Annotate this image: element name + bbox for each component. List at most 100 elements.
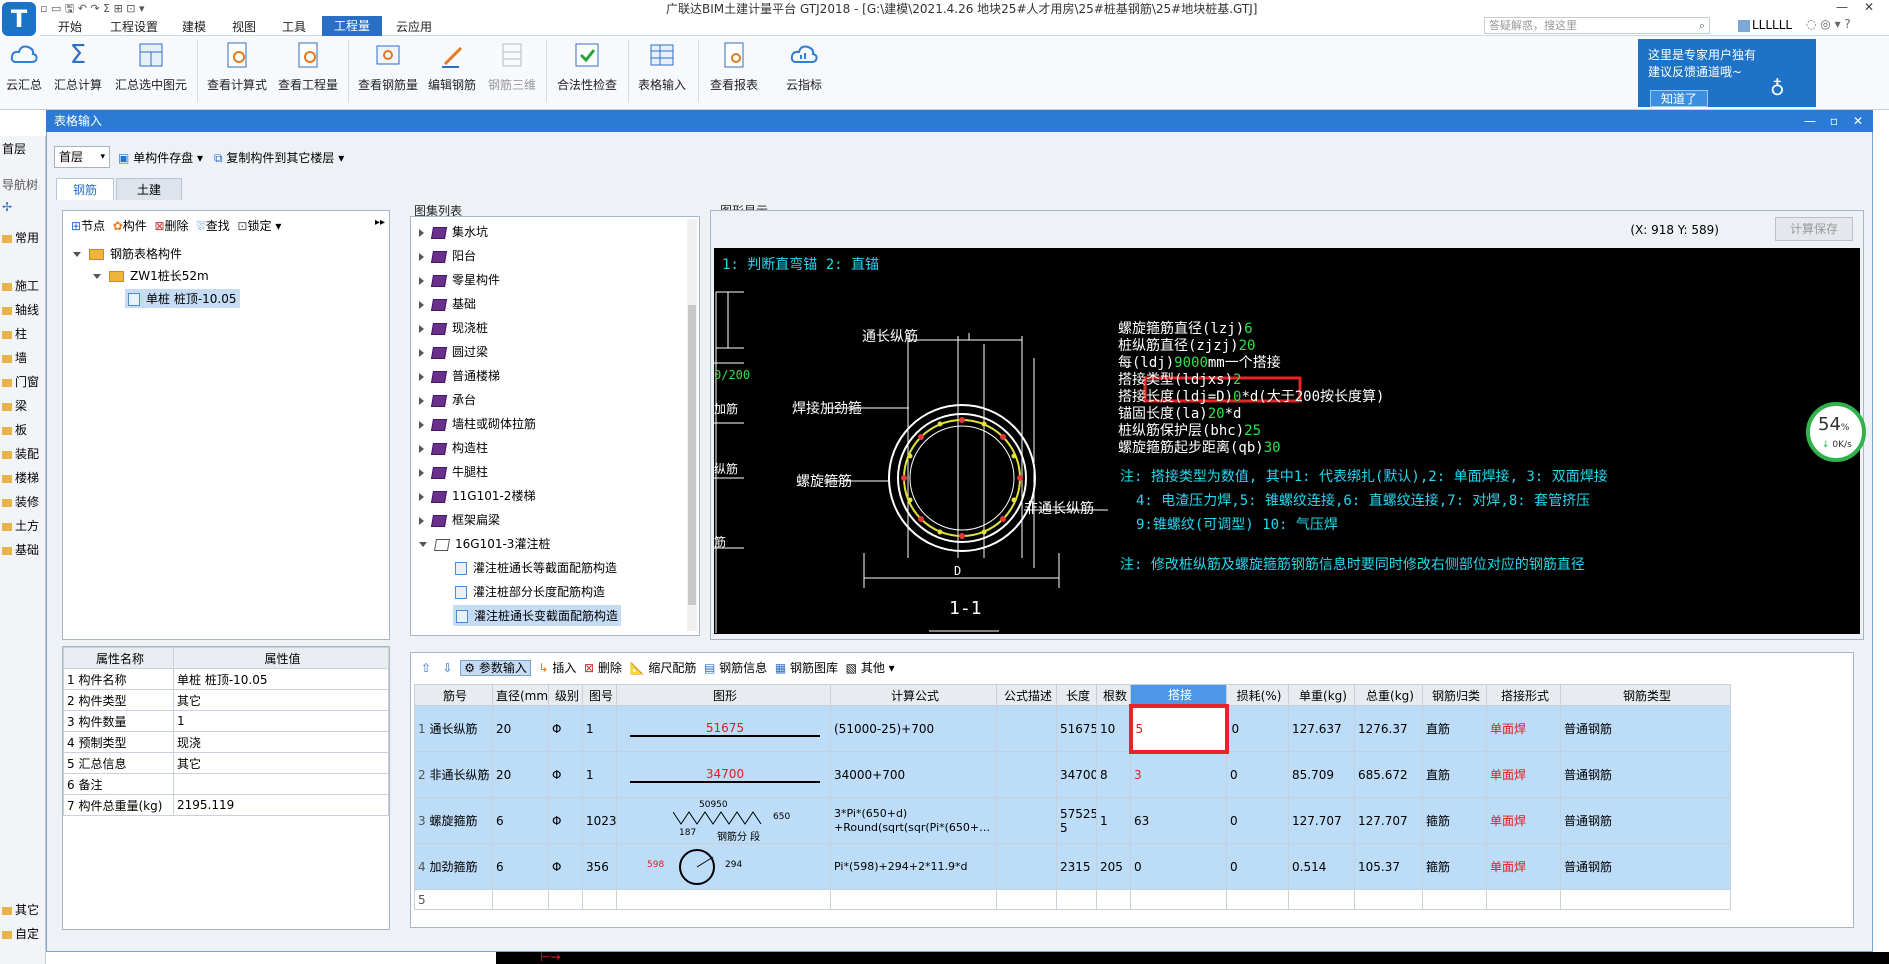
cell-name[interactable]: 非通长纵筋 [429,768,489,782]
cell-fig[interactable]: 356 [582,843,617,890]
calc-save-button[interactable]: 计算保存 [1775,217,1853,241]
atlas-item[interactable]: 框架扁梁 [419,511,500,528]
tab-rebar[interactable]: 钢筋 [56,178,114,200]
lock-button[interactable]: ⊡锁定 ▾ [237,219,281,233]
floor-label[interactable]: 首层 [2,140,26,157]
col-header[interactable]: 筋号 [414,684,493,706]
cell-desc[interactable] [996,751,1057,798]
col-header[interactable]: 图号 [582,684,617,706]
atlas-item[interactable]: 承台 [419,391,476,408]
cell-category[interactable]: 箍筋 [1422,843,1487,890]
other-button[interactable]: ▧ 其他 ▾ [846,661,895,675]
search-input[interactable]: 答疑解惑，搜这里 ⌕ [1484,17,1710,34]
drawing-canvas[interactable]: 1: 判断直弯锚 2: 直锚 通长纵筋 焊接加劲箍 螺旋箍筋 非通长纵筋 D 1… [714,248,1860,634]
table-row-empty[interactable]: 5 [414,889,1731,910]
cell-unit-weight[interactable]: 85.709 [1288,751,1355,798]
summary-selected-button[interactable]: 汇总选中图元 [112,40,190,93]
atlas-item[interactable]: 墙柱或砌体拉筋 [419,415,536,432]
cell-fig[interactable]: 1023 [582,797,617,844]
cell-lap[interactable]: 0 [1130,843,1227,890]
cell-length[interactable]: 34700 [1056,751,1097,798]
cloud-index-button[interactable]: 云指标 [778,40,830,93]
cell-fig[interactable]: 1 [582,705,617,752]
cell-total-weight[interactable]: 1276.37 [1354,705,1423,752]
cell-category[interactable]: 直筋 [1422,705,1487,752]
cell-shape[interactable]: 51675 [616,705,831,752]
scale-rebar-button[interactable]: 📐 缩尺配筋 [630,661,697,675]
network-meter[interactable]: 54% ↓ 0K/s [1806,402,1866,462]
table-input-button[interactable]: 表格输入 [636,40,688,93]
floor-select[interactable]: 首层 ▾ [54,146,110,168]
atlas-item[interactable]: 集水坑 [419,223,488,240]
atlas-item[interactable]: 构造柱 [419,439,488,456]
table-row[interactable]: 2 非通长纵筋 20 Φ 1 34700 34000+700 34700 8 3… [414,751,1731,798]
table-row[interactable]: 1 通长纵筋 20 Φ 1 51675 (51000-25)+700 51675… [414,703,1731,754]
tab-civil[interactable]: 土建 [116,178,182,200]
summary-calc-button[interactable]: Σ 汇总计算 [52,40,104,93]
tree-leaf-selected[interactable]: 单桩 桩顶-10.05 [125,289,240,308]
menu-cloud[interactable]: 云应用 [396,18,432,35]
param-input-button[interactable]: ⚙ 参数输入 [460,660,531,676]
param-row[interactable]: 螺旋箍筋起步距离(qb)30 [1118,437,1281,457]
cell-loss[interactable]: 0 [1226,751,1289,798]
cell-grade[interactable]: Φ [548,705,583,752]
cell-formula[interactable]: (51000-25)+700 [830,705,997,752]
insert-button[interactable]: ↳ 插入 [538,661,576,675]
prop-row[interactable]: 7 构件总重量(kg) 2195.119 [63,794,389,816]
cell-name[interactable]: 通长纵筋 [429,722,477,736]
cell-grade[interactable]: Φ [548,843,583,890]
legality-check-button[interactable]: 合法性检查 [554,40,620,93]
cell-length[interactable]: 51675 [1056,705,1097,752]
atlas-item[interactable]: 11G101-2楼梯 [419,487,535,504]
cell-lap[interactable]: 63 [1130,797,1227,844]
table-row[interactable]: 3 螺旋箍筋 6 Φ 1023 50950 650 187 钢筋分 段 3*Pi… [414,797,1731,844]
cell-lap-form[interactable]: 单面焊 [1486,751,1561,798]
cell-lap-form[interactable]: 单面焊 [1486,797,1561,844]
prop-row[interactable]: 5 汇总信息 其它 [63,752,389,774]
cell-count[interactable]: 205 [1096,843,1131,890]
cell-length[interactable]: 2315 [1056,843,1097,890]
menu-modeling[interactable]: 建模 [182,18,206,35]
minimize-icon[interactable]: — [1836,0,1848,14]
prop-row[interactable]: 1 构件名称 单桩 桩顶-10.05 [63,668,389,690]
cell-unit-weight[interactable]: 127.637 [1288,705,1355,752]
col-header-lap[interactable]: 搭接 [1130,684,1227,706]
cell-category[interactable]: 箍筋 [1422,797,1487,844]
menu-view[interactable]: 视图 [232,18,256,35]
notice-ok-button[interactable]: 知道了 [1650,90,1708,107]
component-button[interactable]: ✿构件 [113,219,147,233]
cell-unit-weight[interactable]: 127.707 [1288,797,1355,844]
cell-shape[interactable]: 50950 650 187 钢筋分 段 [616,797,831,844]
cell-lap-highlighted[interactable]: 5 [1128,703,1229,754]
col-header[interactable]: 搭接形式 [1486,684,1561,706]
cell-total-weight[interactable]: 685.672 [1354,751,1423,798]
cell-length[interactable]: 57525 5 [1056,797,1097,844]
cell-diameter[interactable]: 20 [492,705,549,752]
cell-loss[interactable]: 0 [1226,705,1289,752]
atlas-item[interactable]: 圆过梁 [419,343,488,360]
col-header[interactable]: 总重(kg) [1354,684,1423,706]
col-header[interactable]: 级别 [548,684,583,706]
prop-row[interactable]: 6 备注 [63,773,389,795]
scrollbar-thumb[interactable] [688,305,696,605]
delete-button[interactable]: ⊠删除 [154,219,188,233]
rebar-library-button[interactable]: ▦ 钢筋图库 [775,661,838,675]
node-button[interactable]: ⊞节点 [71,219,105,233]
cell-diameter[interactable]: 20 [492,751,549,798]
col-header[interactable]: 钢筋类型 [1560,684,1731,706]
cell-unit-weight[interactable]: 0.514 [1288,843,1355,890]
atlas-child-selected[interactable]: 灌注桩通长变截面配筋构造 [453,605,622,626]
atlas-item[interactable]: 牛腿柱 [419,463,488,480]
minimize-icon[interactable]: — [1799,110,1821,132]
tree-root[interactable]: 钢筋表格构件 [73,245,182,262]
view-report-button[interactable]: 查看报表 [708,40,760,93]
cell-fig[interactable]: 1 [582,751,617,798]
cell-diameter[interactable]: 6 [492,843,549,890]
atlas-child[interactable]: 灌注桩部分长度配筋构造 [455,583,605,600]
atlas-item[interactable]: 普通楼梯 [419,367,500,384]
cell-total-weight[interactable]: 127.707 [1354,797,1423,844]
col-header[interactable]: 长度 [1056,684,1097,706]
grid-delete-button[interactable]: ⊠ 删除 [584,661,622,675]
atlas-child[interactable]: 灌注桩通长等截面配筋构造 [455,559,617,576]
close-icon[interactable]: ✕ [1847,110,1869,132]
